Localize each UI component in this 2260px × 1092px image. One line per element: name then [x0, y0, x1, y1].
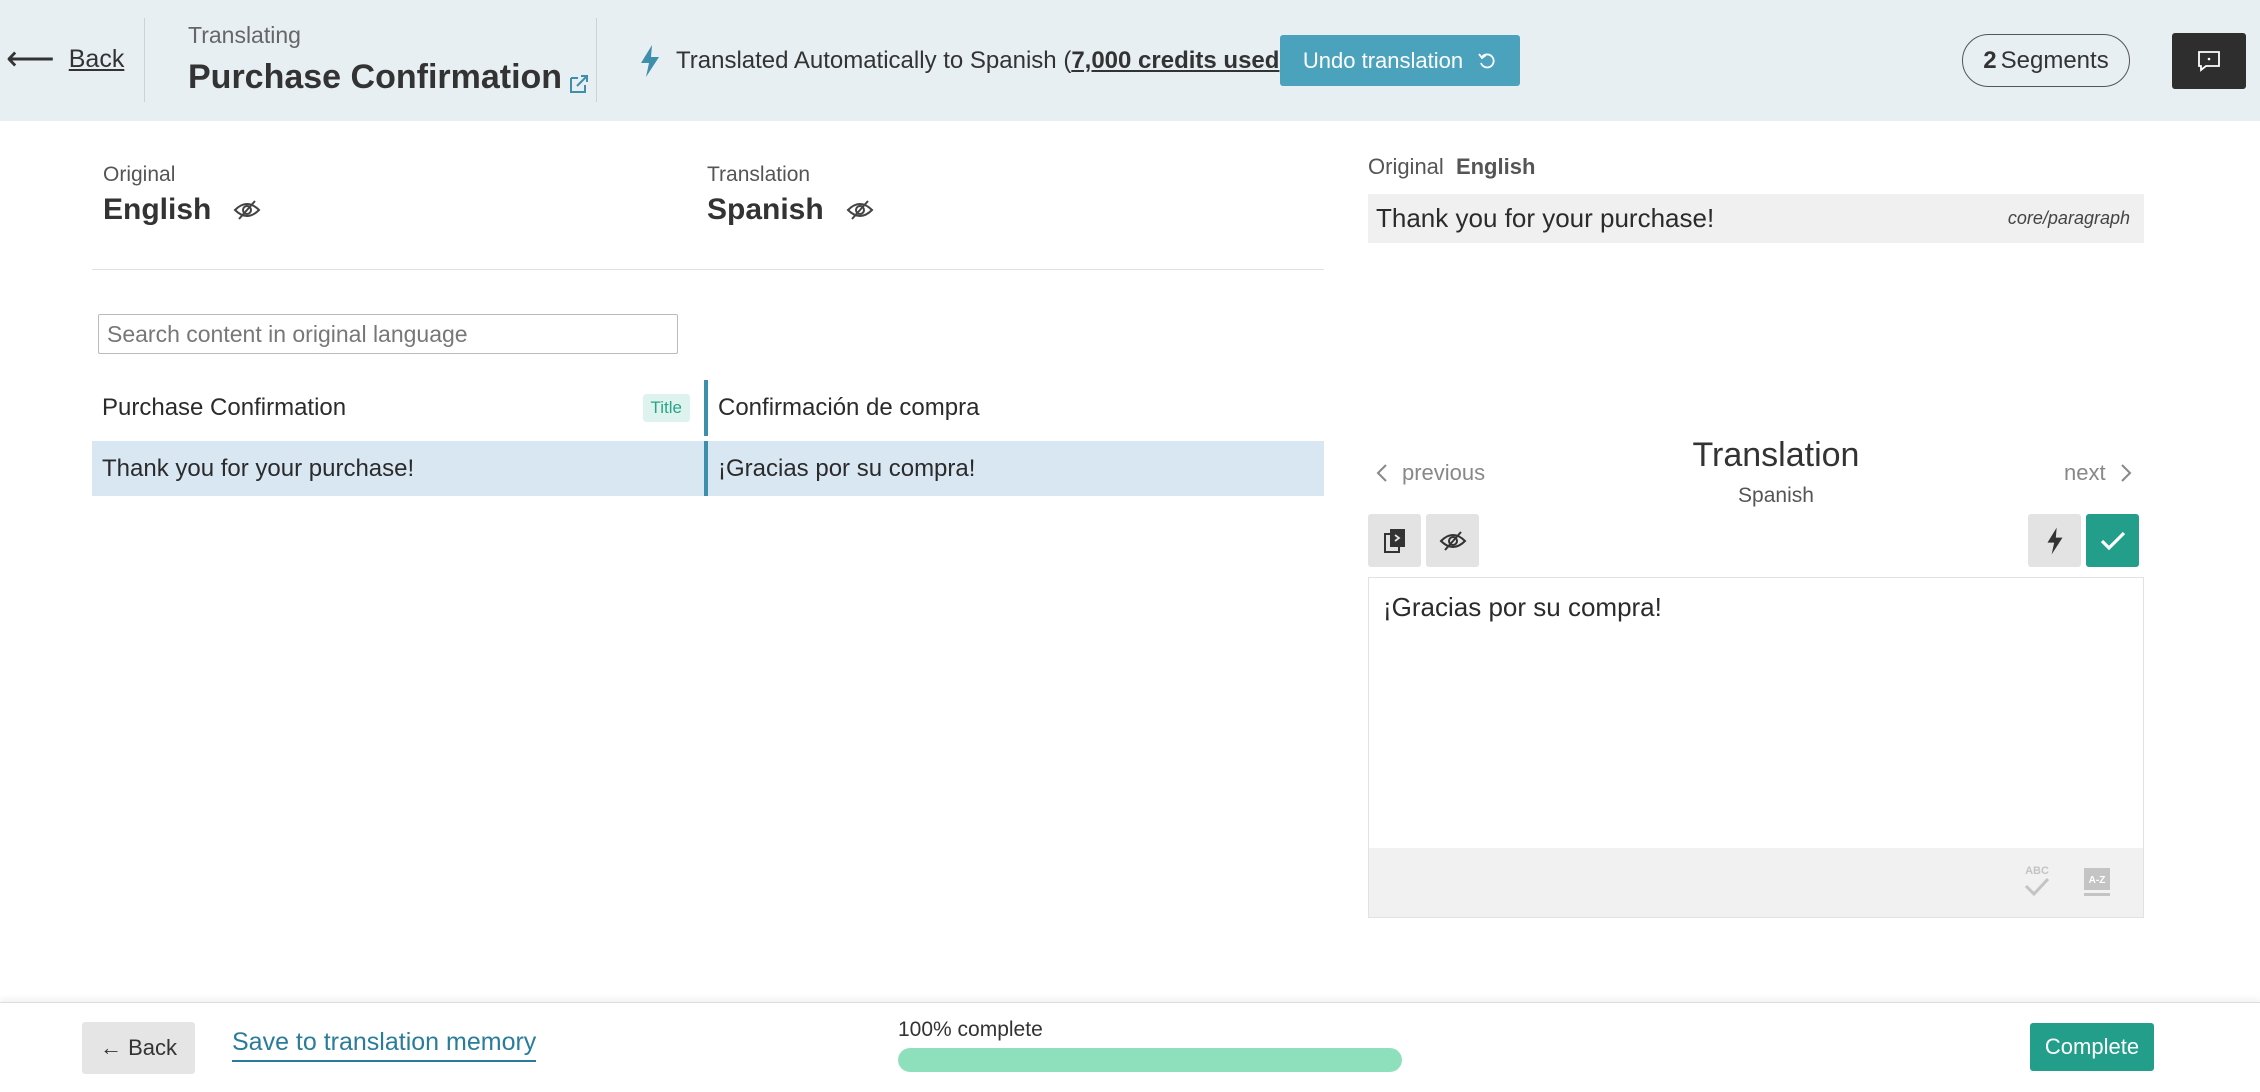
- az-dictionary-icon[interactable]: A-Z: [2082, 866, 2112, 898]
- search-input[interactable]: [98, 314, 678, 354]
- external-link-icon[interactable]: [568, 73, 590, 95]
- segment-original: Purchase Confirmation Title: [92, 380, 704, 436]
- eye-slash-icon: [1439, 530, 1466, 551]
- detail-original-text: Thank you for your purchase!: [1376, 203, 1715, 233]
- progress-bar: [898, 1048, 1402, 1072]
- segments-label: Segments: [2000, 46, 2109, 74]
- spellcheck-icon[interactable]: ABC: [2020, 862, 2054, 900]
- copy-original-icon: [1383, 528, 1405, 553]
- translating-label: Translating: [188, 22, 301, 48]
- copy-original-button[interactable]: [1368, 514, 1421, 567]
- segment-original-text: Thank you for your purchase!: [102, 454, 415, 482]
- save-to-memory-link[interactable]: Save to translation memory: [232, 1028, 537, 1062]
- bolt-icon: [2047, 527, 2062, 554]
- complete-button[interactable]: Complete: [2030, 1023, 2154, 1071]
- segment-row-active[interactable]: Thank you for your purchase! ¡Gracias po…: [92, 441, 1324, 496]
- credits-used-link[interactable]: 7,000 credits used: [1071, 47, 1279, 74]
- title-badge: Title: [642, 394, 690, 422]
- translation-editor[interactable]: [1368, 577, 2144, 848]
- page-title: Purchase Confirmation: [188, 58, 590, 97]
- undo-translation-button[interactable]: Undo translation: [1280, 35, 1520, 86]
- divider: [596, 18, 597, 102]
- segment-translation-text: ¡Gracias por su compra!: [718, 454, 976, 482]
- progress-label: 100% complete: [898, 1018, 1043, 1041]
- comment-icon: [2198, 51, 2220, 72]
- toggle-visibility-button[interactable]: [1426, 514, 1479, 567]
- header-back-link[interactable]: ⟵ Back: [6, 40, 125, 78]
- detail-original-label: Original English: [1368, 154, 1535, 180]
- progress-bar-fill: [898, 1048, 1402, 1072]
- segment-original: Thank you for your purchase!: [92, 441, 704, 496]
- segment-translation: Confirmación de compra: [704, 380, 1324, 436]
- next-segment-button[interactable]: next: [2064, 460, 2132, 486]
- previous-label: previous: [1402, 460, 1486, 485]
- bolt-icon: [641, 45, 659, 77]
- confirm-translation-button[interactable]: [2086, 514, 2139, 567]
- block-type-label: core/paragraph: [2007, 208, 2130, 228]
- back-arrow-icon: ⟵: [6, 40, 55, 78]
- original-language-label: English: [103, 193, 212, 226]
- undo-label: Undo translation: [1302, 47, 1464, 73]
- translation-language-label: Spanish: [707, 193, 824, 226]
- top-bar: ⟵ Back Translating Purchase Confirmation…: [0, 0, 2260, 121]
- undo-icon: [1478, 52, 1495, 68]
- chevron-left-icon: [1376, 464, 1387, 482]
- original-language-heading: English: [103, 193, 261, 227]
- svg-text:A-Z: A-Z: [2089, 875, 2106, 886]
- page-title-text: Purchase Confirmation: [188, 58, 563, 96]
- translation-language-heading: Spanish: [707, 193, 874, 227]
- auto-prefix: Translated Automatically to Spanish (: [676, 47, 1072, 74]
- divider: [92, 269, 1324, 270]
- translation-column-small-label: Translation: [707, 163, 811, 186]
- segment-original-text: Purchase Confirmation: [102, 394, 347, 421]
- back-label: Back: [68, 44, 125, 73]
- svg-text:ABC: ABC: [2025, 865, 2049, 877]
- auto-translate-button[interactable]: [2028, 514, 2081, 567]
- divider: [144, 18, 145, 102]
- translation-panel-title: Translation: [1692, 436, 1860, 474]
- eye-slash-icon[interactable]: [846, 199, 874, 221]
- chevron-right-icon: [2120, 464, 2132, 482]
- detail-original-language: English: [1455, 154, 1536, 179]
- segments-count: 2: [1983, 46, 1997, 74]
- segments-count-button[interactable]: 2 Segments: [1962, 34, 2130, 87]
- detail-original-box: Thank you for your purchase! core/paragr…: [1368, 194, 2144, 243]
- check-icon: [2100, 531, 2125, 550]
- next-label: next: [2064, 460, 2106, 485]
- segment-row[interactable]: Purchase Confirmation Title Confirmación…: [92, 380, 1324, 436]
- detail-original-word: Original: [1368, 154, 1444, 179]
- footer-back-button[interactable]: ← Back: [82, 1022, 195, 1074]
- segment-translation: ¡Gracias por su compra!: [704, 441, 1324, 496]
- eye-slash-icon[interactable]: [233, 199, 261, 221]
- previous-segment-button[interactable]: previous: [1376, 460, 1485, 486]
- original-column-small-label: Original: [103, 163, 176, 186]
- comments-button[interactable]: [2172, 33, 2246, 89]
- auto-translation-message: Translated Automatically to Spanish (7,0…: [676, 47, 1287, 75]
- segment-translation-text: Confirmación de compra: [718, 394, 980, 421]
- translation-panel-language: Spanish: [1738, 484, 1814, 507]
